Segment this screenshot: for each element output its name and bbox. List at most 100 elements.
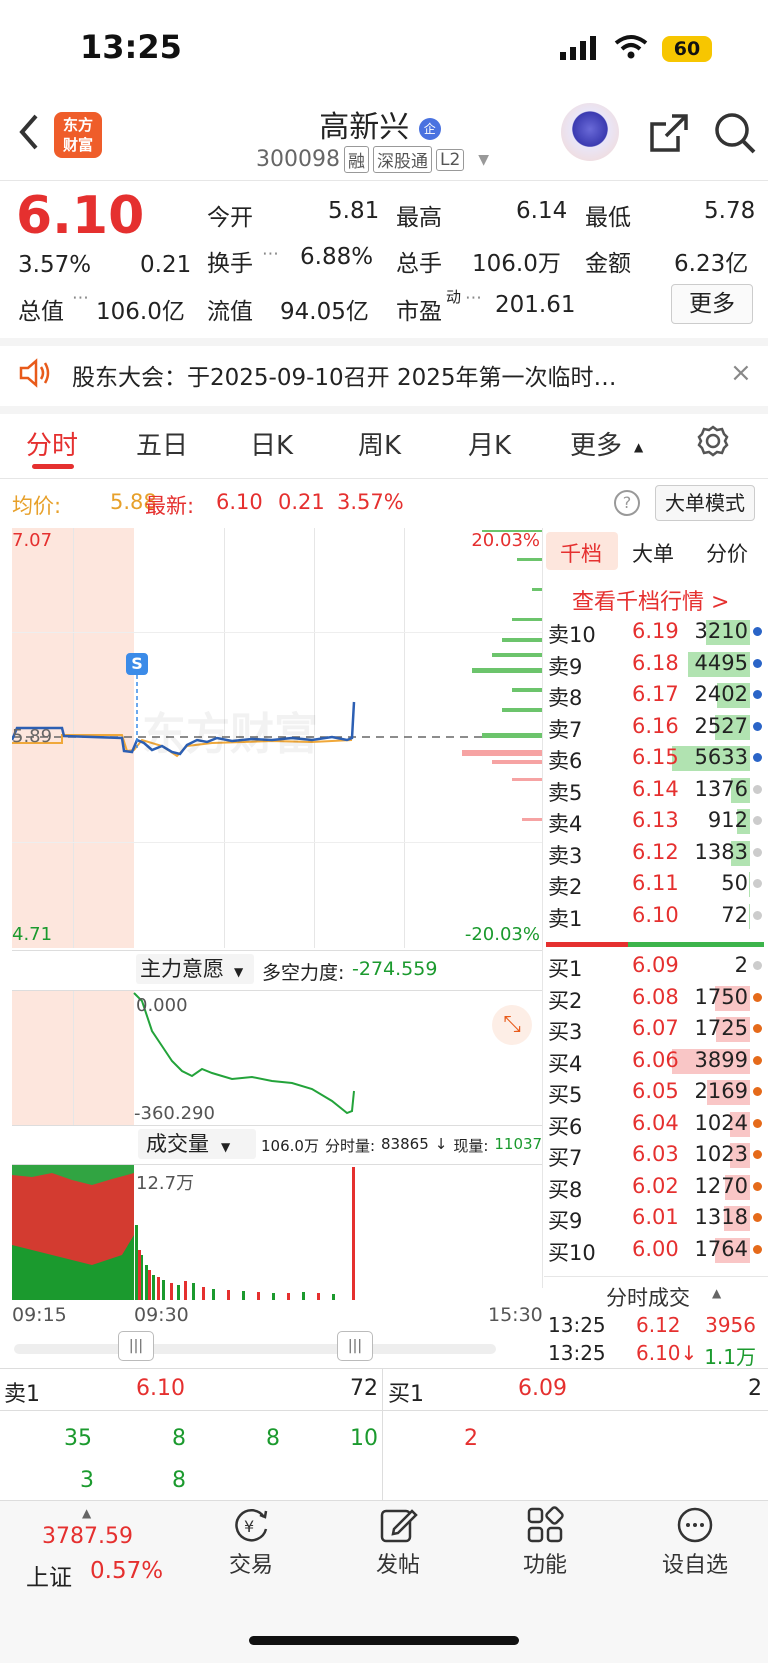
home-indicator[interactable] [249,1636,519,1645]
assistant-avatar[interactable] [561,103,619,161]
last-label: 最新: [145,494,195,518]
range-handle-right[interactable]: ||| [337,1331,373,1361]
ask-row[interactable]: 卖2 6.11 50 [548,868,764,899]
bid-row[interactable]: 买8 6.02 1270 [548,1171,764,1202]
indicator-chart[interactable]: 0.000 -360.290 ⤡ [12,990,542,1125]
tab-daily-k[interactable]: 日K [250,425,293,462]
index-value[interactable]: 3787.59 [42,1524,133,1549]
more-button[interactable]: 更多 [671,284,753,324]
ask-row[interactable]: 卖6 6.15 5633 [548,742,764,773]
big-order-mode-button[interactable]: 大单模式 [655,485,755,521]
bid-row[interactable]: 买7 6.03 1023 [548,1139,764,1170]
ask-row[interactable]: 卖8 6.17 2402 [548,679,764,710]
index-pct[interactable]: 0.57% [90,1558,163,1584]
ask-row[interactable]: 卖5 6.14 1376 [548,774,764,805]
ob-price: 6.05 [632,1079,679,1103]
amount-label: 金额 [585,251,631,277]
ob-price: 6.11 [632,871,679,895]
volume-select[interactable]: 成交量 ▼ [138,1129,256,1159]
wifi-icon [614,34,648,64]
status-dot-icon [753,1181,762,1191]
settings-icon[interactable] [696,424,730,462]
volume-label: 总手 [396,251,442,277]
bid-row[interactable]: 买10 6.00 1764 [548,1234,764,1265]
pct-bottom-label: -20.03% [464,924,540,945]
ob-label: 买1 [548,957,583,981]
status-dot-icon [753,1118,762,1128]
pe-sup: 动 [446,288,462,306]
nav-functions[interactable]: 功能 [470,1505,620,1579]
tab-intraday[interactable]: 分时 [26,425,78,462]
caret-up-icon: ▲ [82,1506,92,1520]
expand-icon[interactable]: ⤡ [492,1005,532,1045]
ob-tab-price[interactable]: 分价 [706,538,748,568]
ob-depth-link[interactable]: 查看千档行情 > [572,584,729,616]
info-icon[interactable]: ⋯ [465,288,482,308]
back-button[interactable] [16,112,42,162]
bid-row[interactable]: 买6 6.04 1024 [548,1108,764,1139]
enterprise-badge: 企 [418,117,441,140]
y-bottom-label: 4.71 [12,924,53,945]
ob-label: 买2 [548,988,583,1013]
ob-label: 买7 [548,1146,583,1170]
ob-price: 6.04 [632,1110,679,1135]
stock-code-row[interactable]: 300098 融 深股通 L2 ▼ [256,146,489,173]
tab-five-day[interactable]: 五日 [136,425,188,462]
ask-row[interactable]: 卖4 6.13 912 [548,805,764,836]
ask-row[interactable]: 卖1 6.10 72 [548,900,764,931]
tab-weekly-k[interactable]: 周K [358,425,401,462]
info-icon[interactable]: ⋯ [262,244,279,264]
indicator-select[interactable]: 主力意愿 ▼ [136,954,254,984]
bid-row[interactable]: 买9 6.01 1318 [548,1202,764,1233]
info-icon[interactable]: ⋯ [72,288,89,308]
price-chart[interactable]: S 东方财富 7.07 5.89 4.71 20.03% -20.03% [12,528,542,948]
range-slider-track[interactable] [14,1344,496,1354]
nav-trade[interactable]: ¥ 交易 [176,1505,326,1579]
bt-sell-label: 卖1 [4,1382,40,1407]
tag-l2: L2 [435,148,465,171]
bid-row[interactable]: 买5 6.05 2169 [548,1076,764,1107]
ob-price: 6.19 [632,619,679,643]
time-start: 09:15 [12,1304,67,1326]
range-handle-left[interactable]: ||| [118,1331,154,1361]
bid-row[interactable]: 买1 6.09 2 [548,950,764,981]
nav-trade-label: 交易 [228,1553,273,1578]
ask-row[interactable]: 卖3 6.12 1383 [548,837,764,868]
share-icon[interactable] [648,112,690,158]
ticks-label[interactable]: 分时成交 [606,1282,690,1312]
ob-vol: 1376 [694,776,748,801]
tab-more[interactable]: 更多 [570,425,622,462]
dropdown-icon[interactable]: ▼ [478,152,489,168]
close-icon[interactable]: × [730,358,752,388]
nav-watchlist[interactable]: 设自选 [620,1505,768,1579]
last-change: 0.21 [278,490,325,514]
divider [0,478,768,479]
ob-tab-big[interactable]: 大单 [632,538,674,568]
tab-monthly-k[interactable]: 月K [468,425,511,462]
ask-row[interactable]: 卖10 6.19 3210 [548,616,764,647]
open-label: 今开 [207,205,253,231]
bid-row[interactable]: 买4 6.06 3899 [548,1045,764,1076]
ask-row[interactable]: 卖9 6.18 4495 [548,648,764,679]
bid-row[interactable]: 买2 6.08 1750 [548,982,764,1013]
tick-vol: 1.1万 [704,1345,756,1369]
ob-label: 买9 [548,1209,583,1233]
vol-max-label: 12.7万 [136,1173,195,1194]
ob-vol: 1023 [694,1142,748,1166]
bid-row[interactable]: 买3 6.07 1725 [548,1013,764,1044]
ob-tab-depth[interactable]: 千档 [560,538,602,568]
chevron-left-icon [19,114,38,150]
ask-row[interactable]: 卖7 6.16 2527 [548,711,764,742]
volume-chart[interactable]: 12.7万 [12,1164,542,1300]
search-icon[interactable] [712,110,758,160]
notice-text[interactable]: 股东大会：于2025-09-10召开 2025年第一次临时… [72,358,617,392]
ratio-bar-buy [628,942,764,947]
svg-text:¥: ¥ [244,1517,254,1536]
index-name[interactable]: 上证 [26,1558,72,1592]
ob-price: 6.01 [632,1205,679,1229]
signal-marker[interactable]: S [126,653,148,675]
logo-line1: 东方 [62,116,93,134]
help-icon[interactable]: ? [614,490,640,516]
nav-post[interactable]: 发帖 [323,1505,473,1579]
status-dot-icon [753,910,762,920]
